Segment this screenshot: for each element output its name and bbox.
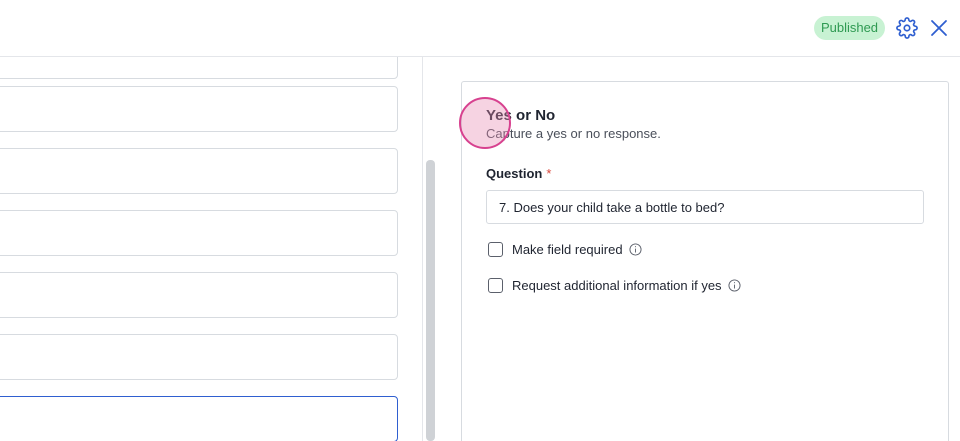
form-fields-pane <box>0 57 422 441</box>
field-type-description: Capture a yes or no response. <box>486 126 661 141</box>
make-required-checkbox[interactable] <box>488 242 503 257</box>
question-label: Question * <box>486 166 551 181</box>
additional-info-label: Request additional information if yes <box>512 278 722 293</box>
question-input[interactable] <box>486 190 924 224</box>
form-field-box[interactable] <box>0 57 398 79</box>
required-marker: * <box>546 166 552 181</box>
form-field-box[interactable] <box>0 86 398 132</box>
additional-info-option[interactable]: Request additional information if yes <box>488 278 741 293</box>
question-label-text: Question <box>486 166 543 181</box>
close-icon[interactable] <box>929 18 949 38</box>
additional-info-checkbox[interactable] <box>488 278 503 293</box>
info-icon[interactable] <box>629 243 642 256</box>
make-required-label: Make field required <box>512 242 623 257</box>
info-icon[interactable] <box>728 279 741 292</box>
pane-divider <box>422 57 423 441</box>
status-badge: Published <box>814 16 885 40</box>
form-field-box[interactable] <box>0 210 398 256</box>
form-field-box-selected[interactable] <box>0 396 398 441</box>
top-bar: Published <box>0 0 960 57</box>
form-field-box[interactable] <box>0 272 398 318</box>
click-indicator <box>459 97 511 149</box>
gear-icon[interactable] <box>896 17 918 39</box>
form-field-box[interactable] <box>0 148 398 194</box>
scrollbar[interactable] <box>426 160 435 441</box>
make-required-option[interactable]: Make field required <box>488 242 642 257</box>
form-field-box[interactable] <box>0 334 398 380</box>
